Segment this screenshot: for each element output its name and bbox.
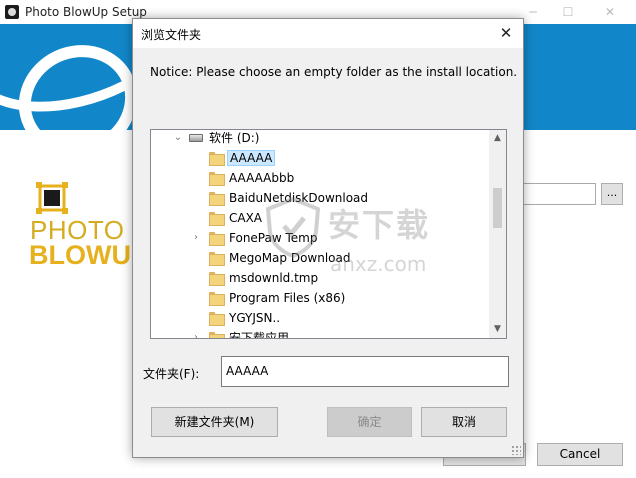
scrollbar-thumb[interactable] (493, 188, 502, 228)
app-icon (5, 5, 19, 19)
folder-icon (209, 272, 225, 286)
tree-scrollbar[interactable]: ▲ ▼ (489, 130, 506, 338)
folder-icon (209, 312, 225, 326)
dialog-titlebar: 浏览文件夹 ✕ (133, 19, 523, 48)
new-folder-button[interactable]: 新建文件夹(M) (151, 407, 278, 437)
scroll-down-icon[interactable]: ▼ (489, 321, 506, 338)
folder-icon (209, 152, 225, 166)
drive-icon (189, 134, 203, 142)
dialog-title: 浏览文件夹 (141, 28, 202, 42)
folder-icon (209, 192, 225, 206)
folder-name-input[interactable]: AAAAA (221, 356, 509, 387)
dialog-notice: Notice: Please choose an empty folder as… (150, 65, 518, 79)
tree-folder-label: 安下载应用 (229, 331, 290, 338)
tree-folder-label: YGYJSN.. (229, 311, 281, 325)
minimize-icon[interactable]: ─ (523, 4, 543, 20)
screen: Photo BlowUp Setup ─ ☐ ✕ PHOTO BLOWUP ..… (0, 0, 636, 478)
logo-text-blowup: BLOWUP (29, 240, 149, 270)
tree-drive-label: 软件 (D:) (209, 131, 260, 145)
folder-icon (209, 252, 225, 266)
folder-field-label: 文件夹(F): (143, 367, 200, 381)
tree-folder-label: AAAAA (227, 150, 276, 166)
watermark-text-url: anxz.com (330, 252, 427, 276)
resize-grip-icon[interactable] (511, 445, 521, 455)
tree-folder-row[interactable]: YGYJSN.. (151, 308, 489, 328)
watermark-shield-icon (265, 196, 321, 258)
install-path-input[interactable] (515, 183, 596, 205)
dialog-ok-button[interactable]: 确定 (327, 407, 412, 437)
tree-folder-label: Program Files (x86) (229, 291, 346, 305)
tree-folder-label: CAXA (229, 211, 263, 225)
dialog-cancel-button[interactable]: 取消 (421, 407, 507, 437)
browse-button[interactable]: ... (601, 183, 623, 205)
expand-chevron-icon[interactable]: › (191, 232, 201, 244)
tree-folder-row[interactable]: AAAAAbbb (151, 168, 489, 188)
folder-icon (209, 232, 225, 246)
folder-icon (209, 292, 225, 306)
watermark: 安下载 anxz.com (262, 196, 432, 286)
photo-blowup-logo-icon (36, 182, 68, 214)
collapse-chevron-icon[interactable]: ⌄ (173, 132, 183, 144)
expand-chevron-icon[interactable]: › (191, 332, 201, 338)
installer-title: Photo BlowUp Setup (25, 5, 147, 19)
dialog-close-icon[interactable]: ✕ (493, 21, 519, 45)
tree-folder-row[interactable]: › 安下载应用 (151, 328, 489, 338)
scroll-up-icon[interactable]: ▲ (489, 130, 506, 147)
maximize-icon[interactable]: ☐ (558, 4, 578, 20)
folder-icon (209, 332, 225, 338)
tree-folder-row[interactable]: Program Files (x86) (151, 288, 489, 308)
tree-folder-label: AAAAAbbb (229, 171, 295, 185)
tree-drive-row[interactable]: ⌄ 软件 (D:) (151, 130, 489, 148)
tree-folder-row[interactable]: AAAAA (151, 148, 489, 168)
watermark-text-main: 安下载 (328, 206, 431, 244)
folder-icon (209, 212, 225, 226)
folder-icon (209, 172, 225, 186)
close-icon[interactable]: ✕ (600, 4, 620, 20)
installer-cancel-button[interactable]: Cancel (537, 443, 623, 466)
